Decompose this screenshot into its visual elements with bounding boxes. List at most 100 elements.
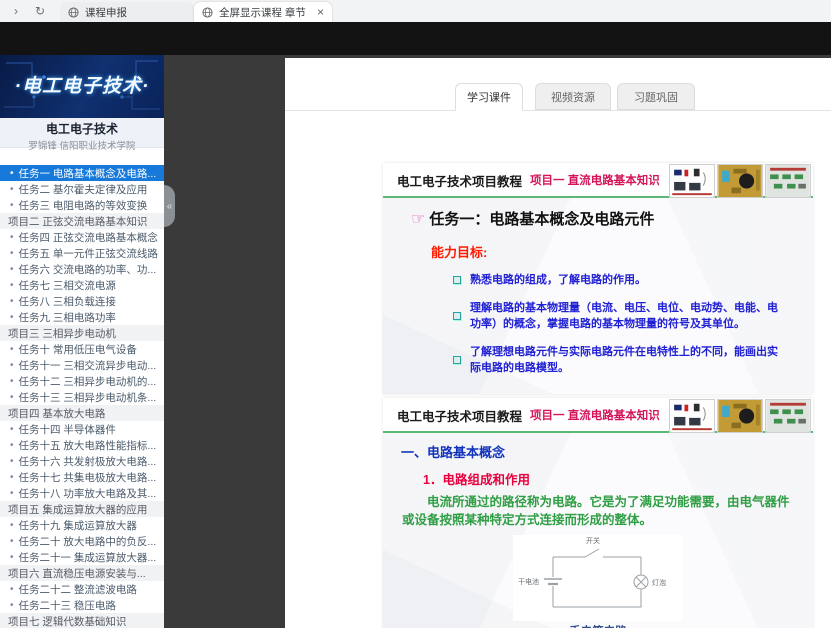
sidebar-item-label: 项目六 直流稳压电源安装与... (8, 566, 146, 581)
browser-tab-label: 课程申报 (85, 5, 186, 20)
sidebar-item-label: 任务十 常用低压电气设备 (19, 342, 137, 357)
bullet-dot-icon: • (10, 200, 14, 211)
instructor-name: 罗锦锋 信阳职业技术学院 (0, 138, 164, 152)
sidebar-item-label: 任务十一 三相交流异步电动... (19, 358, 157, 373)
sidebar-item[interactable]: • 任务十三 三相异步电动机条... (0, 389, 164, 405)
square-bullet-icon (453, 312, 461, 320)
bullet-dot-icon: • (10, 520, 14, 531)
sidebar-item[interactable]: • 任务六 交流电路的功率、功... (0, 261, 164, 277)
slide-header-title: 电工电子技术项目教程 (397, 406, 522, 425)
sidebar-item-label: 任务九 三相电路功率 (19, 310, 116, 325)
sidebar-item-label: 项目二 正弦交流电路基本知识 (8, 214, 147, 229)
bullet-dot-icon: • (10, 392, 14, 403)
bullet-dot-icon: • (10, 312, 14, 323)
sidebar-item[interactable]: • 任务十一 三相交流异步电动... (0, 357, 164, 373)
sidebar-item[interactable]: • 任务十六 共发射极放大电路... (0, 453, 164, 469)
sidebar-item[interactable]: • 任务二十三 稳压电路 (0, 597, 164, 613)
slide-header: 电工电子技术项目教程 项目一 直流电路基本知识 (383, 398, 813, 431)
sidebar-item[interactable]: • 任务十 常用低压电气设备 (0, 341, 164, 357)
sidebar-item-label: 任务八 三相负载连接 (19, 294, 116, 309)
slide-body: 一、电路基本概念 1．电路组成和作用 电流所通过的路径称为电路。它是为了满足功能… (383, 433, 813, 628)
circuit-diagram: 开关 干电池 灯泡 (383, 535, 813, 621)
square-bullet-icon (453, 356, 461, 364)
sidebar-item[interactable]: 项目五 集成运算放大器的应用 (0, 501, 164, 517)
sidebar-item[interactable]: • 任务九 三相电路功率 (0, 309, 164, 325)
browser-tab-course-report[interactable]: 课程申报 (60, 2, 194, 22)
pcb-photo (717, 399, 763, 433)
browser-tab-label: 全屏显示课程 章节 (219, 5, 311, 20)
sidebar-item-label: 任务十四 半导体器件 (19, 422, 116, 437)
banner-title: ·电工电子技术· (0, 71, 164, 98)
slide-header: 电工电子技术项目教程 项目一 直流电路基本知识 (383, 163, 813, 196)
course-banner-image: ·电工电子技术· (0, 55, 164, 118)
sidebar-item[interactable]: • 任务二十二 整流滤波电路 (0, 581, 164, 597)
bullet-dot-icon: • (10, 584, 14, 595)
sidebar-item[interactable]: • 任务十五 放大电路性能指标... (0, 437, 164, 453)
sidebar-item[interactable]: • 任务二 基尔霍夫定律及应用 (0, 181, 164, 197)
bullet-dot-icon: • (10, 424, 14, 435)
browser-tab-fullscreen-course[interactable]: 全屏显示课程 章节 × (194, 2, 332, 22)
bullet-dot-icon: • (10, 248, 14, 259)
globe-icon (202, 7, 213, 18)
sidebar-item[interactable]: • 任务十八 功率放大电路及其... (0, 485, 164, 501)
sidebar-item-label: 任务一 电路基本概念及电路... (19, 166, 157, 181)
sidebar-item[interactable]: 项目二 正弦交流电路基本知识 (0, 213, 164, 229)
bullet-dot-icon: • (10, 232, 14, 243)
refresh-icon[interactable]: ↻ (32, 3, 48, 19)
bullet-dot-icon: • (10, 440, 14, 451)
slide-header-title: 电工电子技术项目教程 (397, 171, 522, 190)
bullet-dot-icon: • (10, 488, 14, 499)
sidebar-item-label: 项目五 集成运算放大器的应用 (8, 502, 147, 517)
sidebar-item-label: 任务二十二 整流滤波电路 (19, 582, 137, 597)
forward-icon[interactable]: › (8, 3, 24, 19)
header-photos (669, 399, 811, 433)
sidebar-item-label: 任务十二 三相异步电动机的... (19, 374, 157, 389)
sidebar-item[interactable]: • 任务四 正弦交流电路基本概念 (0, 229, 164, 245)
sidebar-item[interactable]: • 任务五 单一元件正弦交流线路 (0, 245, 164, 261)
sidebar-item[interactable]: 项目七 逻辑代数基础知识 (0, 613, 164, 628)
sidebar-item-label: 项目七 逻辑代数基础知识 (8, 614, 126, 628)
goal-bullet: 了解理想电路元件与实际电路元件在电特性上的不同，能画出实际电路的电路模型。 (453, 344, 788, 377)
course-title: 电工电子技术 (0, 120, 164, 137)
sidebar-item-label: 任务十七 共集电极放大电路... (19, 470, 157, 485)
battery-label: 干电池 (518, 577, 539, 586)
slide-body: ☞任务一：电路基本概念及电路元件 能力目标: 熟悉电路的组成，了解电路的作用。 … (383, 198, 813, 394)
bullet-dot-icon: • (10, 184, 14, 195)
goal-heading: 能力目标: (431, 242, 813, 261)
sidebar-item[interactable]: • 任务十二 三相异步电动机的... (0, 373, 164, 389)
sidebar-item[interactable]: • 任务十四 半导体器件 (0, 421, 164, 437)
tab-video-resources[interactable]: 视频资源 (535, 83, 611, 110)
sidebar-item[interactable]: • 任务一 电路基本概念及电路... (0, 165, 164, 181)
sidebar-item-label: 项目三 三相异步电动机 (8, 326, 116, 341)
sidebar-collapse-handle[interactable]: « (164, 185, 175, 227)
content-stage: ·电工电子技术· 电工电子技术 罗锦锋 信阳职业技术学院 • 任务一 电路基本概… (0, 55, 831, 628)
tabs-divider (285, 110, 831, 111)
sidebar-item[interactable]: • 任务七 三相交流电源 (0, 277, 164, 293)
sidebar-item[interactable]: 项目四 基本放大电路 (0, 405, 164, 421)
sidebar-item[interactable]: • 任务八 三相负载连接 (0, 293, 164, 309)
sidebar-nav: • 任务一 电路基本概念及电路... • 任务二 基尔霍夫定律及应用 • 任务三… (0, 165, 164, 628)
sidebar-item[interactable]: • 任务十七 共集电极放大电路... (0, 469, 164, 485)
sidebar-item[interactable]: 项目三 三相异步电动机 (0, 325, 164, 341)
sidebar-item[interactable]: • 任务十九 集成运算放大器 (0, 517, 164, 533)
tab-exercises[interactable]: 习题巩固 (617, 83, 695, 110)
switch-label: 开关 (586, 536, 600, 545)
sidebar-item[interactable]: • 任务三 电阻电路的等效变换 (0, 197, 164, 213)
sidebar-item[interactable]: • 任务二十一 集成运算放大器... (0, 549, 164, 565)
course-page: 学习课件 视频资源 习题巩固 电工电子技术项目教程 项目一 直流电路基本知识 (285, 58, 831, 628)
body-paragraph: 电流所通过的路径称为电路。它是为了满足功能需要，由电气器件或设备按照某种特定方式… (402, 493, 794, 529)
course-title-block: 电工电子技术 罗锦锋 信阳职业技术学院 (0, 118, 164, 148)
tab-learning-courseware[interactable]: 学习课件 (455, 83, 523, 111)
sidebar-item-label: 任务二十一 集成运算放大器... (19, 550, 157, 565)
goal-bullet: 熟悉电路的组成，了解电路的作用。 (453, 272, 788, 289)
sidebar-item-label: 任务二十 放大电路中的负反... (19, 534, 157, 549)
sidebar-item[interactable]: 项目六 直流稳压电源安装与... (0, 565, 164, 581)
tab-label: 视频资源 (551, 89, 595, 105)
slide-header-subtitle: 项目一 直流电路基本知识 (530, 172, 660, 188)
sidebar-item-label: 任务七 三相交流电源 (19, 278, 116, 293)
sidebar-item-label: 任务十八 功率放大电路及其... (19, 486, 157, 501)
sidebar-item[interactable]: • 任务二十 放大电路中的负反... (0, 533, 164, 549)
slide-1: 电工电子技术项目教程 项目一 直流电路基本知识 (383, 163, 813, 394)
close-icon[interactable]: × (317, 5, 324, 19)
sidebar-item-label: 任务十九 集成运算放大器 (19, 518, 137, 533)
